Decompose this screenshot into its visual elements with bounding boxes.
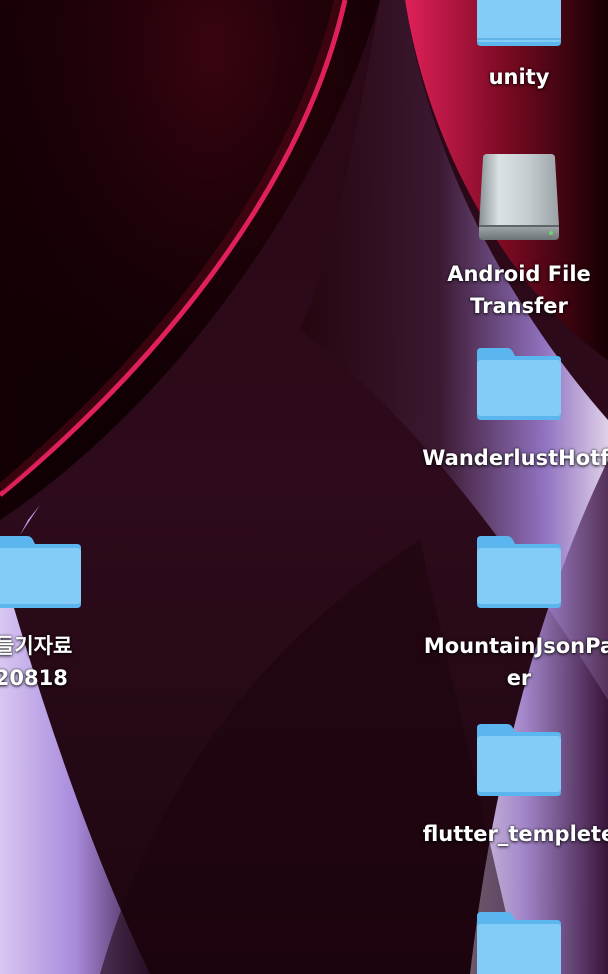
icon-label: 만들기자료 220818: [0, 634, 73, 690]
folder-icon: [0, 536, 81, 608]
folder-icon: [477, 912, 561, 974]
icon-label: unity: [488, 65, 550, 89]
icon-label: MountainJsonPa er: [423, 634, 608, 690]
external-drive-icon: [479, 154, 559, 240]
desktop-icon-android-file-transfer[interactable]: Android File Transfer: [409, 152, 608, 322]
desktop-icon-korean-folder[interactable]: 만들기자료 220818: [0, 534, 149, 694]
desktop-icon-mountain-json-parser[interactable]: MountainJsonPa er: [409, 534, 608, 694]
folder-icon: [477, 724, 561, 796]
folder-icon: [477, 348, 561, 420]
desktop-icon-flutter-templete[interactable]: flutter_templete: [409, 722, 608, 850]
icon-label: flutter_templete: [422, 822, 608, 846]
desktop-icon-unity[interactable]: unity: [409, 0, 608, 93]
folder-icon: [477, 0, 561, 46]
icon-label: Android File Transfer: [447, 262, 591, 318]
icon-label: WanderlustHotfi: [422, 446, 608, 470]
desktop-icon-wanderlust-hotfix[interactable]: WanderlustHotfi: [409, 346, 608, 474]
desktop[interactable]: unity Android File Transfer WanderlustHo…: [0, 0, 608, 974]
desktop-icon-bottom-folder[interactable]: [409, 910, 608, 974]
folder-icon: [477, 536, 561, 608]
